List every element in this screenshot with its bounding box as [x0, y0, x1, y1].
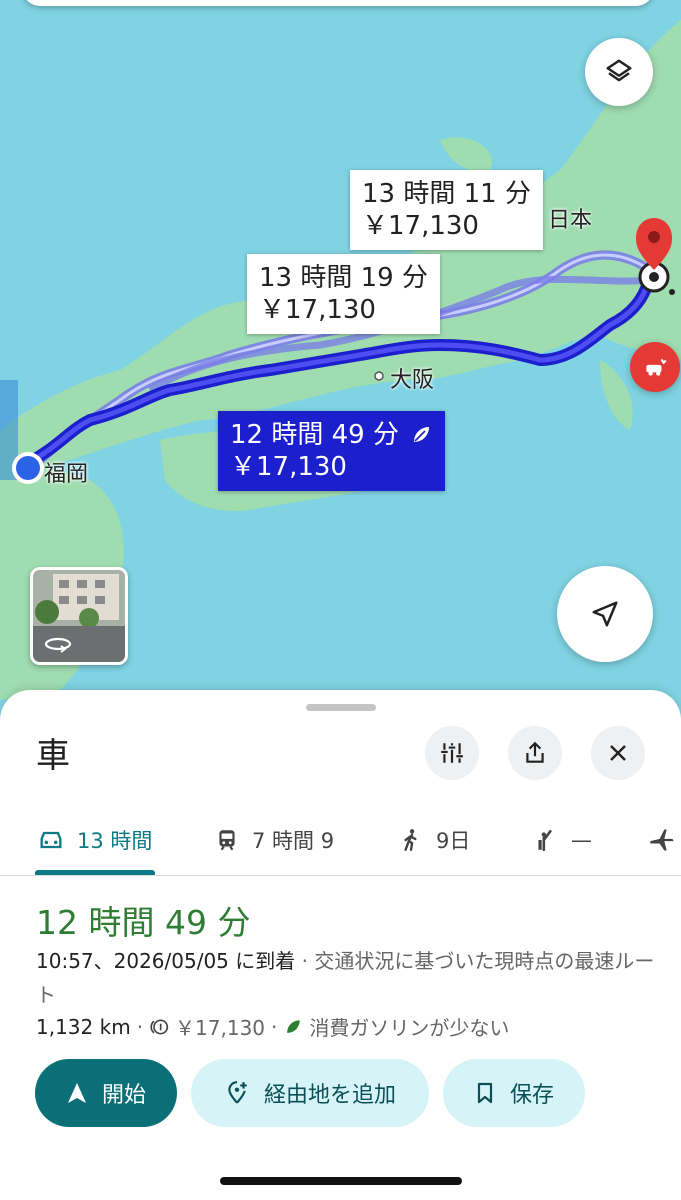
save-button[interactable]: 保存 — [443, 1059, 585, 1127]
route-callout-alt-2[interactable]: 13 時間 19 分 ￥17,130 — [247, 254, 440, 334]
drag-handle[interactable] — [306, 704, 376, 711]
travel-mode-tabs: 13 時間 7 時間 9 9日 — — [0, 805, 681, 876]
route-info: 10:57、2026/05/05 に到着 · 交通状況に基づいた現時点の最速ルー… — [36, 944, 656, 1012]
navigation-arrow-icon — [592, 601, 618, 627]
traffic-incident-marker[interactable] — [630, 342, 680, 392]
tab-label: — — [571, 828, 592, 852]
route-options-button[interactable] — [425, 726, 479, 780]
start-label: 開始 — [101, 1083, 146, 1108]
search-bar[interactable] — [22, 0, 654, 6]
route-distance: 1,132 km — [36, 1014, 131, 1039]
car-crash-icon — [646, 358, 667, 376]
layers-icon — [606, 59, 632, 82]
train-icon — [219, 830, 235, 851]
place-label-osaka: 大阪 — [390, 368, 435, 393]
tab-label: 7 時間 9 — [252, 829, 335, 853]
tune-icon — [441, 743, 463, 763]
close-button[interactable] — [591, 726, 645, 780]
bookmark-icon — [477, 1082, 493, 1104]
tab-label: 13 時間 — [77, 829, 153, 853]
save-label: 保存 — [509, 1083, 554, 1108]
eco-note: 消費ガソリンが少ない — [309, 1016, 510, 1040]
toll-cost: ￥17,130 — [175, 1016, 266, 1040]
callout-time: 13 時間 19 分 — [259, 263, 428, 293]
layers-button[interactable] — [585, 38, 653, 106]
tab-ride-hail[interactable]: — — [533, 805, 592, 875]
callout-time: 12 時間 49 分 — [230, 420, 399, 450]
share-button[interactable] — [508, 726, 562, 780]
add-stop-button[interactable]: 経由地を追加 — [191, 1059, 429, 1127]
active-tab-indicator — [35, 870, 155, 875]
navigation-icon — [67, 1083, 86, 1103]
close-icon — [610, 745, 626, 761]
rotate-360-icon — [44, 637, 72, 653]
leaf-icon — [413, 427, 429, 442]
add-location-icon — [228, 1081, 247, 1104]
add-stop-label: 経由地を追加 — [263, 1083, 396, 1108]
flight-icon — [650, 829, 674, 851]
toll-icon — [150, 1019, 169, 1034]
tab-car[interactable]: 13 時間 — [37, 805, 152, 875]
car-icon — [40, 831, 62, 849]
route-callout-selected[interactable]: 12 時間 49 分 ￥17,130 — [218, 411, 445, 491]
callout-cost: ￥17,130 — [362, 211, 479, 241]
arrival-time: 10:57、2026/05/05 に到着 — [36, 949, 296, 973]
sheet-title: 車 — [36, 736, 70, 776]
map-view[interactable]: 13 時間 11 分 ￥17,130 13 時間 19 分 ￥17,130 12… — [0, 0, 681, 720]
share-icon — [526, 741, 544, 763]
my-location-button[interactable] — [557, 566, 653, 662]
home-indicator — [220, 1177, 462, 1185]
route-callout-alt-1[interactable]: 13 時間 11 分 ￥17,130 — [350, 170, 543, 250]
route-duration: 12 時間 49 分 — [36, 903, 251, 942]
leaf-icon — [287, 1019, 301, 1033]
tab-walk[interactable]: 9日 — [398, 805, 470, 875]
place-label-japan: 日本 — [548, 208, 593, 233]
ride-hail-icon — [538, 830, 552, 852]
callout-cost: ￥17,130 — [259, 295, 376, 325]
tab-transit[interactable]: 7 時間 9 — [214, 805, 334, 875]
callout-cost: ￥17,130 — [230, 452, 347, 482]
callout-time: 13 時間 11 分 — [362, 179, 531, 209]
street-view-thumbnail[interactable] — [30, 567, 128, 665]
directions-sheet: 車 13 時間 7 時間 9 9日 — 12 時間 49 分 10:57、202… — [0, 690, 681, 1200]
walk-icon — [404, 829, 417, 851]
start-button[interactable]: 開始 — [35, 1059, 177, 1127]
tab-flight[interactable] — [648, 805, 676, 875]
tab-label: 9日 — [436, 829, 471, 853]
place-label-fukuoka: 福岡 — [44, 462, 89, 487]
route-details: 1,132 km · ￥17,130 · 消費ガソリンが少ない — [36, 1012, 509, 1041]
